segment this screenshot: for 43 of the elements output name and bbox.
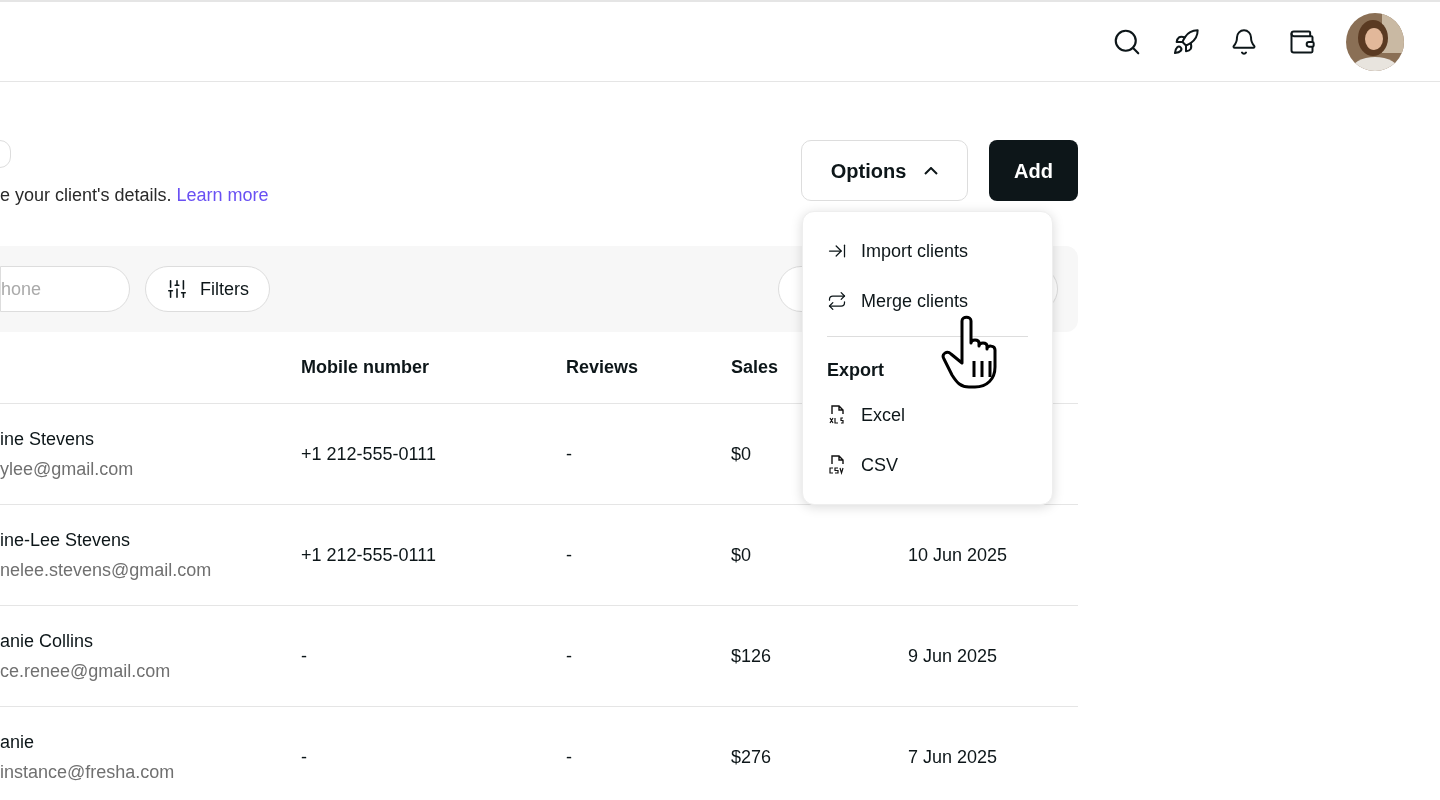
filters-button[interactable]: Filters (145, 266, 270, 312)
table-cell-text: 7 Jun 2025 (908, 745, 998, 769)
client-name[interactable]: ine-Lee Stevens (0, 526, 301, 554)
client-email: instance@fresha.com (0, 760, 176, 784)
options-button[interactable]: Options (801, 140, 968, 201)
repeat-arrows-icon (827, 291, 847, 311)
xls-file-icon (827, 404, 847, 426)
column-header[interactable]: Reviews (566, 354, 731, 381)
csv-file-icon (827, 454, 847, 476)
section-heading: Export (827, 360, 884, 380)
rocket-icon[interactable] (1172, 27, 1200, 56)
table-cell-text: +1 212-555-0111 (301, 543, 436, 567)
menu-item[interactable]: Excel (827, 390, 1028, 440)
column-header[interactable]: Mobile number (301, 354, 566, 381)
menu-item[interactable]: Merge clients (827, 276, 1028, 326)
client-name[interactable]: anie (0, 728, 301, 756)
table-cell-text: - (566, 543, 572, 567)
sliders-icon (166, 278, 188, 300)
table-cell-text: 10 Jun 2025 (908, 543, 1008, 567)
table-cell-text: 9 Jun 2025 (908, 644, 998, 668)
table-cell-text: +1 212-555-0111 (301, 442, 436, 466)
table-cell-text: - (566, 745, 572, 769)
bell-icon[interactable] (1230, 27, 1258, 56)
client-email: nelee.stevens@gmail.com (0, 558, 213, 582)
add-button[interactable]: Add (989, 140, 1078, 201)
table-cell-text: $0 (731, 442, 752, 466)
description: e your client's details. Learn more (0, 184, 269, 207)
table-cell-text: $126 (731, 644, 772, 668)
table-cell-text: - (566, 644, 572, 668)
menu-item[interactable]: CSV (827, 440, 1028, 490)
learn-more-link[interactable]: Learn more (176, 185, 269, 205)
client-name[interactable]: anie Collins (0, 627, 301, 655)
search-field[interactable]: hone (0, 266, 130, 312)
menu-item[interactable]: Import clients (827, 226, 1028, 276)
chevron-up-icon (924, 166, 939, 175)
table-cell-text: - (301, 644, 307, 668)
table-cell-text: - (566, 442, 572, 466)
table-cell-text: - (301, 745, 307, 769)
client-email: ylee@gmail.com (0, 457, 135, 481)
table-cell-text: $276 (731, 745, 772, 769)
client-email: ce.renee@gmail.com (0, 659, 172, 683)
client-name[interactable]: ine Stevens (0, 425, 301, 453)
table-cell-text: $0 (731, 543, 752, 567)
